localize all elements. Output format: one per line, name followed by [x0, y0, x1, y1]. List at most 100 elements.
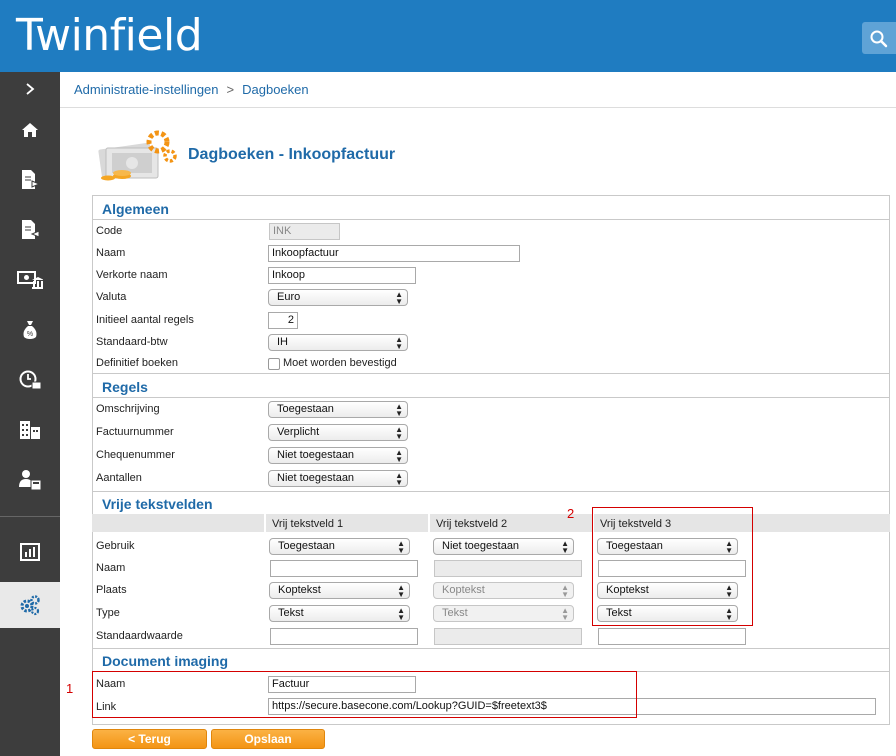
brand-logo[interactable]: Twinfield	[16, 10, 203, 61]
search-icon	[870, 30, 888, 48]
page-title: Dagboeken - Inkoopfactuur	[188, 146, 396, 163]
select-arrows-icon: ▲ ▼	[561, 583, 569, 599]
sidebar-item-sales[interactable]	[0, 162, 60, 198]
standaardwaarde-3-field[interactable]	[598, 628, 746, 645]
sidebar-item-purchase[interactable]	[0, 212, 60, 248]
aantallen-value: Niet toegestaan	[277, 472, 355, 484]
section-divider	[92, 648, 890, 649]
naam-1-field[interactable]	[270, 560, 418, 577]
breadcrumb-divider	[60, 107, 896, 108]
document-export-icon	[22, 170, 40, 189]
select-arrows-icon: ▲ ▼	[395, 402, 403, 418]
valuta-label: Valuta	[96, 291, 127, 303]
form-container	[92, 195, 890, 725]
select-arrows-icon: ▲ ▼	[561, 539, 569, 555]
naam-label: Naam	[96, 247, 126, 259]
sidebar: %	[0, 72, 60, 756]
standaard-btw-value: IH	[277, 336, 288, 348]
standaardwaarde-1-field[interactable]	[270, 628, 418, 645]
column-separator	[428, 514, 430, 532]
save-button[interactable]: Opslaan	[211, 729, 325, 749]
standaard-btw-label: Standaard-btw	[96, 336, 168, 348]
select-arrows-icon: ▲ ▼	[397, 606, 405, 622]
omschrijving-select[interactable]: Toegestaan ▲ ▼	[268, 401, 408, 418]
standaardwaarde-label: Standaardwaarde	[96, 630, 183, 642]
sidebar-item-reports[interactable]	[0, 534, 60, 570]
aantallen-select[interactable]: Niet toegestaan ▲ ▼	[268, 470, 408, 487]
definitief-boeken-label: Definitief boeken	[96, 357, 178, 369]
chequenummer-value: Niet toegestaan	[277, 449, 355, 461]
document-import-icon	[22, 220, 40, 239]
plaats-1-select[interactable]: Koptekst ▲ ▼	[269, 582, 410, 599]
type-1-select[interactable]: Tekst ▲ ▼	[269, 605, 410, 622]
verkorte-naam-label: Verkorte naam	[96, 269, 168, 281]
valuta-value: Euro	[277, 291, 301, 303]
verkorte-naam-field[interactable]: Inkoop	[268, 267, 416, 284]
section-title-algemeen: Algemeen	[102, 201, 169, 217]
sidebar-item-users[interactable]	[0, 462, 60, 498]
gebruik-label: Gebruik	[96, 540, 135, 552]
plaats-2-value: Koptekst	[442, 584, 485, 596]
sidebar-item-bank[interactable]	[0, 262, 60, 298]
sidebar-item-companies[interactable]	[0, 412, 60, 448]
code-label: Code	[96, 225, 123, 237]
aantallen-label: Aantallen	[96, 472, 142, 484]
sidebar-item-time[interactable]	[0, 362, 60, 398]
svg-text:%: %	[27, 331, 33, 338]
breadcrumb-separator: >	[226, 82, 235, 97]
definitief-boeken-checkbox-label[interactable]: Moet worden bevestigd	[283, 357, 397, 369]
naam-field[interactable]: Inkoopfactuur	[268, 245, 520, 262]
section-divider	[92, 491, 890, 492]
select-arrows-icon: ▲ ▼	[561, 606, 569, 622]
standaard-btw-select[interactable]: IH ▲ ▼	[268, 334, 408, 351]
highlight-marker-1: 1	[66, 681, 74, 696]
select-arrows-icon: ▲ ▼	[397, 539, 405, 555]
top-bar: Twinfield	[0, 0, 896, 72]
type-1-value: Tekst	[278, 607, 304, 619]
section-title-regels: Regels	[102, 379, 148, 395]
sidebar-item-home[interactable]	[0, 112, 60, 148]
section-divider	[92, 397, 890, 398]
chequenummer-select[interactable]: Niet toegestaan ▲ ▼	[268, 447, 408, 464]
initieel-regels-field[interactable]: 2	[268, 312, 298, 329]
factuurnummer-label: Factuurnummer	[96, 426, 174, 438]
omschrijving-value: Toegestaan	[277, 403, 334, 415]
select-arrows-icon: ▲ ▼	[397, 583, 405, 599]
standaardwaarde-2-field	[434, 628, 582, 645]
select-arrows-icon: ▲ ▼	[395, 471, 403, 487]
breadcrumb-parent[interactable]: Administratie-instellingen	[74, 82, 219, 97]
section-title-vrije-tekstvelden: Vrije tekstvelden	[102, 496, 213, 512]
highlight-box-2	[592, 507, 753, 626]
back-button[interactable]: < Terug	[92, 729, 207, 749]
valuta-select[interactable]: Euro ▲ ▼	[268, 289, 408, 306]
breadcrumb: Administratie-instellingen > Dagboeken	[74, 82, 309, 97]
column-header-vrij-2: Vrij tekstveld 2	[436, 518, 508, 530]
gears-icon	[20, 595, 40, 616]
sidebar-item-settings[interactable]	[0, 582, 60, 628]
plaats-1-value: Koptekst	[278, 584, 321, 596]
section-divider	[92, 219, 890, 220]
select-arrows-icon: ▲ ▼	[395, 290, 403, 306]
gebruik-2-select[interactable]: Niet toegestaan ▲ ▼	[433, 538, 574, 555]
breadcrumb-current[interactable]: Dagboeken	[242, 82, 309, 97]
search-button[interactable]	[862, 22, 896, 54]
gebruik-1-select[interactable]: Toegestaan ▲ ▼	[269, 538, 410, 555]
clock-briefcase-icon	[19, 370, 41, 390]
column-separator	[264, 514, 266, 532]
factuurnummer-select[interactable]: Verplicht ▲ ▼	[268, 424, 408, 441]
type-label: Type	[96, 607, 120, 619]
gebruik-2-value: Niet toegestaan	[442, 540, 520, 552]
chevron-right-icon	[26, 83, 35, 95]
section-title-document-imaging: Document imaging	[102, 653, 229, 669]
definitief-boeken-checkbox[interactable]	[268, 358, 280, 370]
initieel-regels-label: Initieel aantal regels	[96, 314, 194, 326]
bank-icon	[17, 271, 43, 289]
highlight-marker-2: 2	[567, 506, 575, 521]
ledger-settings-icon	[98, 130, 177, 181]
vrije-naam-label: Naam	[96, 562, 126, 574]
sidebar-toggle[interactable]	[0, 72, 60, 106]
sidebar-item-tax[interactable]: %	[0, 312, 60, 348]
money-bag-icon: %	[23, 321, 37, 339]
column-header-vrij-1: Vrij tekstveld 1	[272, 518, 344, 530]
select-arrows-icon: ▲ ▼	[395, 448, 403, 464]
